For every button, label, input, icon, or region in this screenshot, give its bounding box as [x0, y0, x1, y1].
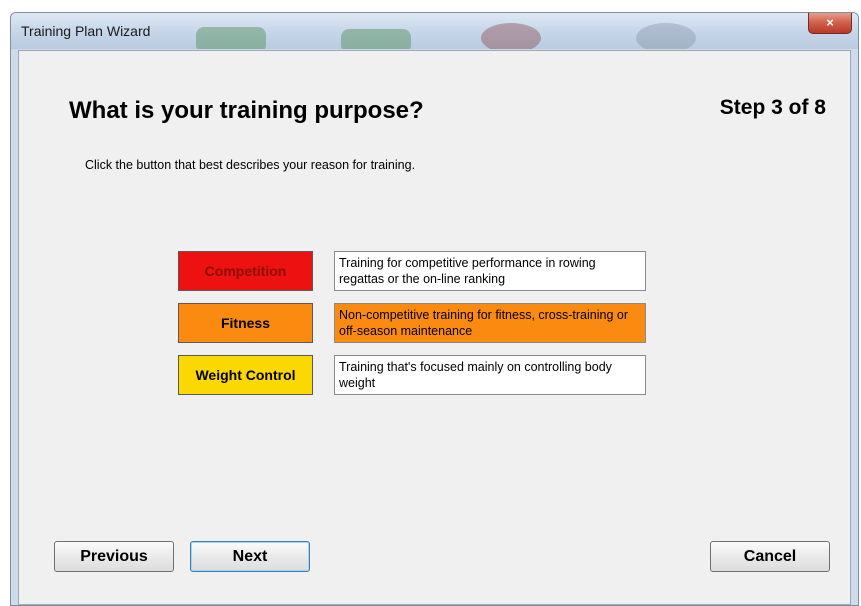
- window-title: Training Plan Wizard: [21, 23, 151, 39]
- wizard-content: What is your training purpose? Step 3 of…: [18, 50, 851, 605]
- weight-control-button[interactable]: Weight Control: [178, 355, 313, 395]
- competition-button[interactable]: Competition: [178, 251, 313, 291]
- title-bar-decoration: [636, 23, 696, 49]
- cancel-button[interactable]: Cancel: [710, 541, 830, 572]
- step-indicator: Step 3 of 8: [719, 96, 826, 119]
- fitness-button[interactable]: Fitness: [178, 303, 313, 343]
- title-bar[interactable]: Training Plan Wizard ×: [11, 13, 858, 49]
- previous-button[interactable]: Previous: [54, 541, 174, 572]
- title-bar-decoration: [341, 29, 411, 49]
- close-icon: ×: [826, 15, 834, 30]
- close-button[interactable]: ×: [808, 13, 852, 34]
- title-bar-decoration: [481, 23, 541, 49]
- wizard-window: Training Plan Wizard × What is your trai…: [10, 12, 859, 606]
- competition-description: Training for competitive performance in …: [334, 251, 646, 291]
- fitness-description: Non-competitive training for fitness, cr…: [334, 303, 646, 343]
- next-button[interactable]: Next: [190, 541, 310, 572]
- page-title: What is your training purpose?: [69, 97, 424, 124]
- instruction-text: Click the button that best describes you…: [85, 158, 416, 172]
- title-bar-decoration: [196, 27, 266, 49]
- weight-control-description: Training that's focused mainly on contro…: [334, 355, 646, 395]
